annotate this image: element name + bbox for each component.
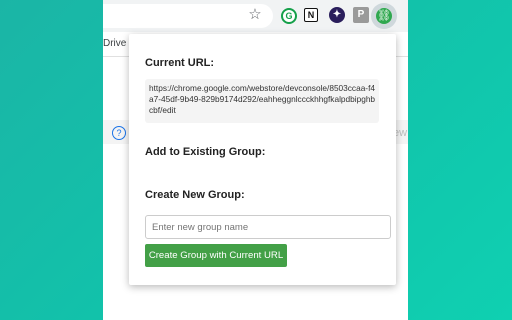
extension-popup: Current URL: https://chrome.google.com/w… [129, 34, 396, 285]
star-extension-icon[interactable]: ✦ [329, 7, 345, 23]
browser-toolbar: ☆ G N ✦ P ⛓ [103, 0, 408, 32]
create-group-button[interactable]: Create Group with Current URL [145, 244, 287, 267]
link-extension-icon[interactable]: ⛓ [376, 8, 392, 24]
current-url-label: Current URL: [145, 57, 215, 69]
bookmark-star-icon[interactable]: ☆ [246, 6, 264, 24]
notion-icon[interactable]: N [304, 8, 318, 22]
grammarly-icon[interactable]: G [281, 8, 297, 24]
new-group-label: Create New Group: [145, 189, 245, 201]
p-extension-icon[interactable]: P [353, 7, 369, 23]
group-name-input[interactable] [145, 215, 391, 239]
bookmark-drive[interactable]: Drive [103, 38, 126, 49]
current-url-value: https://chrome.google.com/webstore/devco… [145, 79, 379, 123]
existing-group-label: Add to Existing Group: [145, 146, 266, 158]
help-icon[interactable]: ? [112, 126, 126, 140]
